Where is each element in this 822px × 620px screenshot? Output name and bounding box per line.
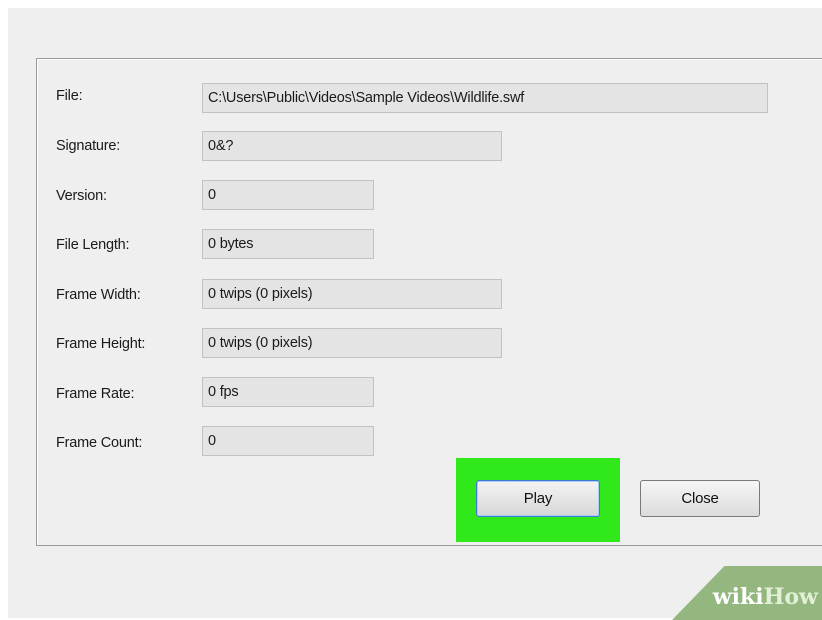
frame-width-field[interactable]: 0 twips (0 pixels) <box>202 279 502 309</box>
file-label: File: <box>56 88 83 104</box>
frame-rate-label: Frame Rate: <box>56 386 135 402</box>
file-field[interactable]: C:\Users\Public\Videos\Sample Videos\Wil… <box>202 83 768 113</box>
frame-rate-field[interactable]: 0 fps <box>202 377 374 407</box>
frame-count-label: Frame Count: <box>56 435 143 451</box>
watermark-wiki: wiki <box>712 584 764 610</box>
frame-count-field[interactable]: 0 <box>202 426 374 456</box>
file-length-field[interactable]: 0 bytes <box>202 229 374 259</box>
version-label: Version: <box>56 188 107 204</box>
wikihow-watermark: wikiHow <box>713 584 818 610</box>
close-button[interactable]: Close <box>640 480 760 517</box>
frame-width-label: Frame Width: <box>56 287 141 303</box>
signature-label: Signature: <box>56 138 121 154</box>
watermark-how: How <box>763 584 818 610</box>
frame-height-field[interactable]: 0 twips (0 pixels) <box>202 328 502 358</box>
frame-height-label: Frame Height: <box>56 336 146 352</box>
play-button[interactable]: Play <box>476 480 600 517</box>
version-field[interactable]: 0 <box>202 180 374 210</box>
file-length-label: File Length: <box>56 237 130 253</box>
signature-field[interactable]: 0&? <box>202 131 502 161</box>
